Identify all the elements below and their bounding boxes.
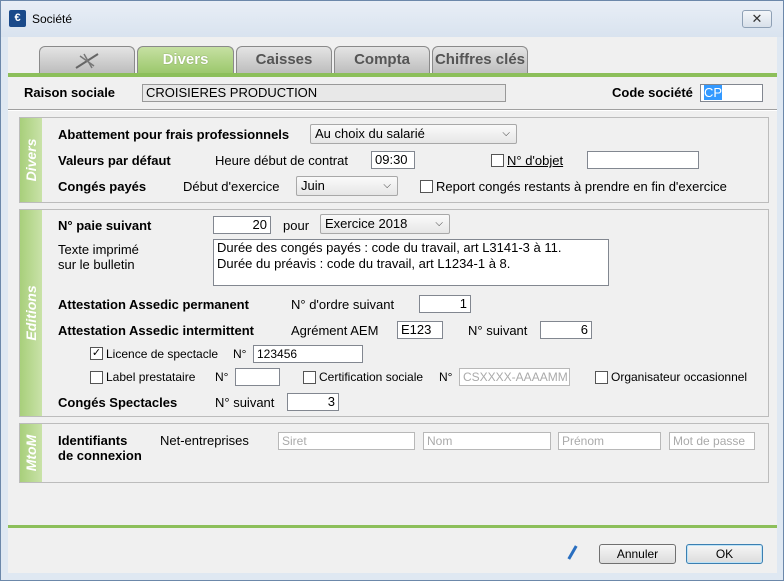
- heure-debut-label: Heure début de contrat: [215, 153, 348, 168]
- chevron-down-icon: ⌵: [435, 218, 443, 229]
- label-no-label: N°: [215, 370, 229, 384]
- objet-input[interactable]: [587, 151, 699, 169]
- texte-line-2: Durée du préavis : code du travail, art …: [217, 256, 511, 271]
- abattement-value: Au choix du salarié: [315, 126, 425, 141]
- paie-suivant-label: N° paie suivant: [58, 218, 152, 233]
- label-prestataire-checkbox[interactable]: [90, 371, 103, 384]
- divers-side-label: Divers: [23, 138, 39, 182]
- organisateur-label: Organisateur occasionnel: [611, 370, 748, 384]
- texte-imprime-label: Texte imprimé: [58, 242, 139, 257]
- objet-label[interactable]: N° d'objet: [507, 153, 563, 168]
- abattement-select[interactable]: Au choix du salarié ⌵: [310, 124, 517, 144]
- siret-input[interactable]: Siret: [278, 432, 415, 450]
- licence-input[interactable]: 123456: [253, 345, 363, 363]
- divers-section: Divers Abattement pour frais professionn…: [19, 117, 769, 203]
- report-conges-checkbox[interactable]: [420, 180, 433, 193]
- identifiants-label: Identifiants: [58, 433, 128, 448]
- editions-side-tab: Editions: [20, 210, 42, 416]
- label-prestataire-label: Label prestataire: [106, 370, 196, 384]
- suivant-input[interactable]: 6: [540, 321, 592, 339]
- certification-label: Certification sociale: [319, 370, 424, 384]
- assedic-permanent-label: Attestation Assedic permanent: [58, 297, 249, 312]
- dragonfly-icon: [75, 53, 99, 69]
- heure-debut-input[interactable]: 09:30: [371, 151, 415, 169]
- pen-icon[interactable]: [567, 545, 578, 560]
- raison-sociale-field[interactable]: CROISIERES PRODUCTION: [142, 84, 506, 102]
- tab-caisses[interactable]: Caisses: [236, 46, 332, 73]
- mtom-side-label: MtoM: [23, 434, 39, 472]
- texte-line-1: Durée des congés payés : code du travail…: [217, 240, 562, 255]
- assedic-intermittent-label: Attestation Assedic intermittent: [58, 323, 254, 338]
- label-prestataire-input[interactable]: [235, 368, 280, 386]
- ordre-suivant-input[interactable]: 1: [419, 295, 471, 313]
- connexion-label: de connexion: [58, 448, 142, 463]
- cs-suivant-label: N° suivant: [215, 395, 275, 410]
- debut-exercice-label: Début d'exercice: [183, 179, 280, 194]
- licence-checkbox[interactable]: ✓: [90, 347, 103, 360]
- nom-input[interactable]: Nom: [423, 432, 551, 450]
- footer-divider: [8, 525, 777, 528]
- cs-suivant-input[interactable]: 3: [287, 393, 339, 411]
- euro-app-icon: €: [9, 10, 26, 27]
- tab-underline: [8, 73, 777, 77]
- tab-divers[interactable]: Divers: [137, 46, 234, 73]
- certification-no-label: N°: [439, 370, 453, 384]
- code-societe-label: Code société: [612, 85, 693, 100]
- debut-exercice-value: Juin: [301, 178, 325, 193]
- mtom-side-tab: MtoM: [20, 424, 42, 482]
- close-button[interactable]: ✕: [742, 10, 772, 28]
- report-conges-label: Report congés restants à prendre en fin …: [436, 179, 727, 194]
- ok-button[interactable]: OK: [686, 544, 763, 564]
- window-title: Société: [32, 12, 73, 26]
- dialog-client: Divers Caisses Compta Chiffres clés Rais…: [8, 37, 777, 573]
- mtom-section: MtoM Identifiants de connexion Net-entre…: [19, 423, 769, 483]
- title-bar: € Société ✕: [1, 1, 783, 37]
- divers-side-tab: Divers: [20, 118, 42, 202]
- mot-de-passe-input[interactable]: Mot de passe: [669, 432, 755, 450]
- annuler-button[interactable]: Annuler: [599, 544, 676, 564]
- paie-suivant-input[interactable]: 20: [213, 216, 271, 234]
- chevron-down-icon: ⌵: [502, 128, 510, 139]
- editions-section: Editions N° paie suivant 20 pour Exercic…: [19, 209, 769, 417]
- exercice-value: Exercice 2018: [325, 216, 408, 231]
- dialog-window: € Société ✕ Divers Caisses Compta Chiffr…: [0, 0, 784, 581]
- tab-general[interactable]: [39, 46, 135, 73]
- raison-sociale-label: Raison sociale: [24, 85, 116, 100]
- net-entreprises-label: Net-entreprises: [160, 433, 249, 448]
- suivant-label: N° suivant: [468, 323, 528, 338]
- tab-compta[interactable]: Compta: [334, 46, 430, 73]
- texte-bulletin-textarea[interactable]: Durée des congés payés : code du travail…: [213, 239, 609, 286]
- certification-checkbox[interactable]: [303, 371, 316, 384]
- abattement-label: Abattement pour frais professionnels: [58, 127, 290, 142]
- conges-payes-label: Congés payés: [58, 179, 147, 194]
- tab-chiffres-cles[interactable]: Chiffres clés: [432, 46, 528, 73]
- code-societe-field[interactable]: CP: [700, 84, 763, 102]
- code-societe-value: CP: [704, 85, 723, 100]
- certification-input[interactable]: CSXXXX-AAAAMM: [459, 368, 570, 386]
- pour-label: pour: [283, 218, 310, 233]
- organisateur-checkbox[interactable]: [595, 371, 608, 384]
- agrement-aem-label: Agrément AEM: [291, 323, 379, 338]
- valeurs-defaut-label: Valeurs par défaut: [58, 153, 171, 168]
- conges-spectacles-label: Congés Spectacles: [58, 395, 178, 410]
- chevron-down-icon: ⌵: [383, 180, 391, 191]
- header-separator: [8, 109, 777, 111]
- licence-no-label: N°: [233, 347, 247, 361]
- sur-bulletin-label: sur le bulletin: [58, 257, 135, 272]
- objet-checkbox[interactable]: [491, 154, 504, 167]
- prenom-input[interactable]: Prénom: [558, 432, 661, 450]
- exercice-select[interactable]: Exercice 2018 ⌵: [320, 214, 450, 234]
- ordre-suivant-label: N° d'ordre suivant: [291, 297, 395, 312]
- licence-label: Licence de spectacle: [106, 347, 219, 361]
- debut-exercice-select[interactable]: Juin ⌵: [296, 176, 398, 196]
- agrement-aem-input[interactable]: E123: [397, 321, 443, 339]
- editions-side-label: Editions: [23, 285, 39, 341]
